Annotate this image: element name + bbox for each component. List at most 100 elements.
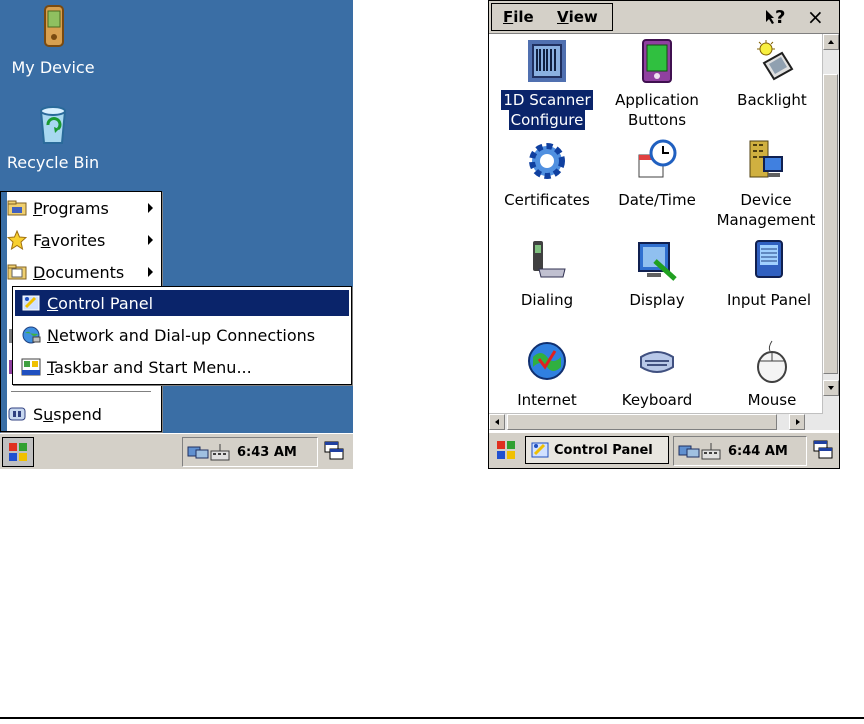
down-arrow-icon — [828, 386, 834, 390]
cp-item-label: Backlight — [737, 91, 807, 109]
windows-flag-icon — [497, 441, 515, 459]
menu-label: Suspend — [33, 404, 102, 424]
control-panel-icon — [531, 442, 549, 458]
cp-item-display[interactable]: Display — [602, 239, 712, 310]
pda-device-icon — [44, 5, 64, 47]
cp-item-label: Mouse — [747, 391, 797, 409]
clock[interactable]: 6:43 AM — [237, 445, 297, 460]
network-connection-icon[interactable] — [678, 441, 700, 461]
start-menu-item-suspend[interactable]: Suspend — [7, 401, 159, 427]
input-panel-keyboard-icon[interactable] — [700, 441, 722, 461]
view-menu[interactable]: View — [557, 4, 598, 30]
cp-item-backlight[interactable]: Backlight — [717, 39, 827, 110]
horizontal-scrollbar[interactable] — [489, 413, 823, 430]
cp-item-label: Display — [629, 291, 685, 309]
page-bottom-rule — [0, 717, 864, 719]
right-screen-control-panel: File View ? × 1D Scanner Configure Appli… — [488, 0, 840, 469]
scroll-down-button[interactable] — [823, 380, 839, 396]
cp-item-label: Device — [740, 191, 792, 209]
submenu-item-taskbar[interactable]: Taskbar and Start Menu... — [15, 354, 349, 380]
cp-item-label: Certificates — [504, 191, 590, 209]
input-panel-icon — [755, 240, 783, 278]
control-panel-icon — [22, 295, 40, 311]
cp-item-internet[interactable]: Internet — [492, 339, 602, 410]
scroll-thumb[interactable] — [823, 74, 838, 374]
mouse-icon — [757, 340, 787, 383]
pointer-help-icon — [766, 10, 774, 24]
taskbar-button-label: Control Panel — [554, 442, 653, 458]
calendar-clock-icon — [638, 139, 677, 178]
help-button[interactable]: ? — [765, 4, 785, 30]
start-menu-item-documents[interactable]: Documents — [7, 259, 159, 285]
keyboard-icon — [640, 351, 674, 373]
settings-submenu: Control Panel Network and Dial-up Connec… — [12, 286, 352, 385]
submenu-arrow-icon — [148, 203, 153, 213]
scroll-right-button[interactable] — [789, 414, 805, 430]
cp-item-dialing[interactable]: Dialing — [492, 239, 602, 310]
scroll-up-button[interactable] — [823, 34, 839, 50]
windows-flag-icon — [9, 443, 27, 461]
cp-item-date-time[interactable]: Date/Time — [602, 139, 712, 210]
desktop-switch-button[interactable] — [322, 439, 348, 465]
submenu-arrow-icon — [148, 267, 153, 277]
system-tray: 6:43 AM — [182, 437, 318, 467]
menu-label: Control Panel — [47, 293, 154, 313]
device-management-icon — [749, 140, 783, 178]
desktop-icon-recycle-bin[interactable]: Recycle Bin — [0, 103, 108, 172]
submenu-arrow-icon — [148, 235, 153, 245]
submenu-item-control-panel[interactable]: Control Panel — [15, 290, 349, 316]
menu-divider — [11, 391, 151, 392]
display-monitor-icon — [638, 242, 677, 281]
desktop-icon-label: Recycle Bin — [6, 153, 100, 172]
cp-item-label: Keyboard — [621, 391, 693, 409]
vertical-scrollbar[interactable] — [822, 34, 839, 430]
star-icon — [7, 230, 27, 250]
taskbar-icon — [21, 358, 41, 376]
cp-item-keyboard[interactable]: Keyboard — [602, 339, 712, 410]
network-connection-icon[interactable] — [187, 442, 209, 462]
cp-item-input-panel[interactable]: Input Panel — [714, 239, 824, 310]
cp-item-device-management[interactable]: Device Management — [711, 139, 821, 230]
taskbar-button-control-panel[interactable]: Control Panel — [525, 436, 669, 464]
clock[interactable]: 6:44 AM — [728, 444, 788, 459]
cp-item-mouse[interactable]: Mouse — [717, 339, 827, 410]
menu-label: Documents — [33, 262, 125, 282]
phone-modem-icon — [533, 241, 566, 278]
cp-item-certificates[interactable]: Certificates — [492, 139, 602, 210]
cp-item-label: Internet — [517, 391, 577, 409]
desktop-switch-button[interactable] — [811, 438, 837, 464]
backlight-icon — [757, 40, 794, 81]
input-panel-keyboard-icon[interactable] — [209, 442, 231, 462]
network-globe-icon — [22, 326, 41, 344]
menu-label: Programs — [33, 198, 109, 218]
close-button[interactable]: × — [807, 4, 824, 30]
taskbar: Control Panel 6:44 AM — [489, 432, 839, 468]
right-arrow-icon — [796, 419, 800, 425]
cp-item-1d-scanner[interactable]: 1D Scanner Configure — [492, 39, 602, 130]
start-menu-item-favorites[interactable]: Favorites — [7, 227, 159, 253]
cp-item-label: Management — [716, 211, 816, 229]
windows-switcher-icon — [813, 440, 833, 459]
system-tray: 6:44 AM — [673, 436, 807, 466]
folder-documents-icon — [7, 264, 27, 280]
desktop-icon-label: My Device — [11, 58, 95, 77]
scroll-left-button[interactable] — [489, 414, 505, 430]
submenu-item-network[interactable]: Network and Dial-up Connections — [15, 322, 349, 348]
cp-item-label: Application — [615, 91, 699, 109]
cp-item-label: Buttons — [627, 111, 687, 129]
cp-item-application-buttons[interactable]: Application Buttons — [602, 39, 712, 130]
file-menu[interactable]: File — [503, 4, 534, 30]
windows-switcher-icon — [324, 441, 344, 460]
start-button[interactable] — [493, 438, 521, 464]
menu-label: Favorites — [33, 230, 106, 250]
menu-label: Taskbar and Start Menu... — [47, 357, 252, 377]
desktop-icon-my-device[interactable]: My Device — [0, 4, 108, 77]
gear-certificate-icon — [529, 143, 565, 179]
cp-item-label: Dialing — [520, 291, 574, 309]
h-scroll-thumb[interactable] — [507, 414, 777, 430]
start-button[interactable] — [2, 437, 34, 467]
start-menu-item-programs[interactable]: Programs — [7, 195, 159, 221]
pda-green-icon — [642, 39, 672, 83]
folder-programs-icon — [7, 200, 27, 216]
menu-bar: File View ? × — [489, 1, 839, 34]
